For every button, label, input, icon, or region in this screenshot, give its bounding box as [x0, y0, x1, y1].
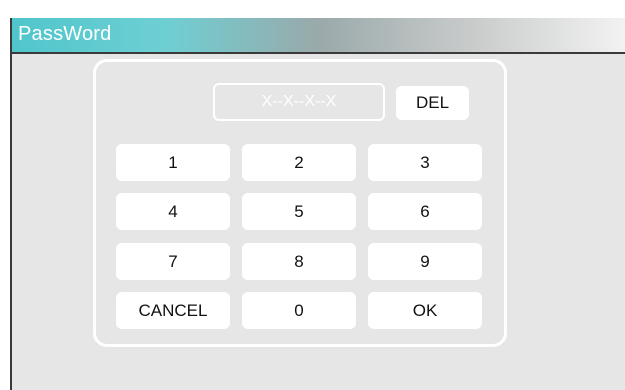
key-5-button[interactable]: 5: [242, 193, 356, 230]
title-bar: PassWord: [12, 18, 625, 54]
key-9-button[interactable]: 9: [368, 243, 482, 280]
key-3-button[interactable]: 3: [368, 144, 482, 181]
delete-button[interactable]: DEL: [396, 86, 469, 120]
key-8-button[interactable]: 8: [242, 243, 356, 280]
ok-button[interactable]: OK: [368, 292, 482, 329]
key-6-button[interactable]: 6: [368, 193, 482, 230]
key-7-button[interactable]: 7: [116, 243, 230, 280]
window-title: PassWord: [18, 23, 112, 45]
key-1-button[interactable]: 1: [116, 144, 230, 181]
key-4-button[interactable]: 4: [116, 193, 230, 230]
key-2-button[interactable]: 2: [242, 144, 356, 181]
cancel-button[interactable]: CANCEL: [116, 292, 230, 329]
password-display: X--X--X--X: [213, 83, 385, 121]
key-0-button[interactable]: 0: [242, 292, 356, 329]
